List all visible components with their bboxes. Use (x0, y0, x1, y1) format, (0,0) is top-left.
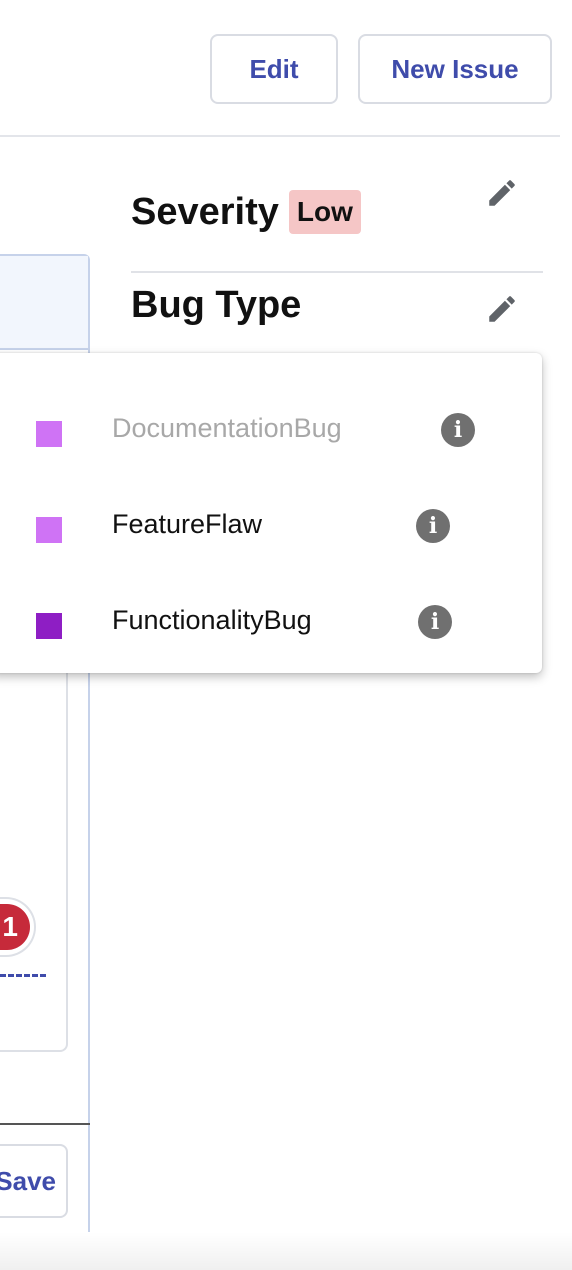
dashed-link-underline[interactable] (0, 974, 46, 977)
bottom-fade (0, 1232, 572, 1270)
color-swatch (36, 517, 62, 543)
comment-card (0, 650, 68, 1052)
left-panel-header (0, 256, 88, 350)
option-feature-flaw[interactable]: FeatureFlaw i (0, 465, 542, 561)
severity-heading: Severity Low (131, 190, 361, 234)
new-issue-button[interactable]: New Issue (358, 34, 552, 104)
info-icon[interactable]: i (416, 509, 450, 543)
bug-type-dropdown: DocumentationBug i FeatureFlaw i Functio… (0, 353, 542, 673)
severity-badge: Low (288, 190, 361, 234)
severity-label: Severity (131, 190, 279, 233)
option-documentation-bug: DocumentationBug i (0, 369, 542, 465)
option-label: DocumentationBug (112, 413, 342, 443)
left-panel-divider (0, 1123, 90, 1125)
option-label: FeatureFlaw (112, 509, 263, 539)
option-functionality-bug[interactable]: FunctionalityBug i (0, 561, 542, 657)
bug-type-label: Bug Type (131, 284, 302, 326)
bug-type-heading: Bug Type (131, 284, 301, 327)
save-button[interactable]: Save (0, 1144, 68, 1218)
option-label: FunctionalityBug (112, 605, 312, 635)
color-swatch (36, 613, 62, 639)
color-swatch (36, 421, 62, 447)
pencil-icon[interactable] (485, 176, 519, 210)
edit-button[interactable]: Edit (210, 34, 338, 104)
section-divider (131, 271, 543, 273)
info-icon[interactable]: i (441, 413, 475, 447)
info-icon[interactable]: i (418, 605, 452, 639)
pencil-icon[interactable] (485, 292, 519, 326)
header-divider (0, 135, 560, 137)
